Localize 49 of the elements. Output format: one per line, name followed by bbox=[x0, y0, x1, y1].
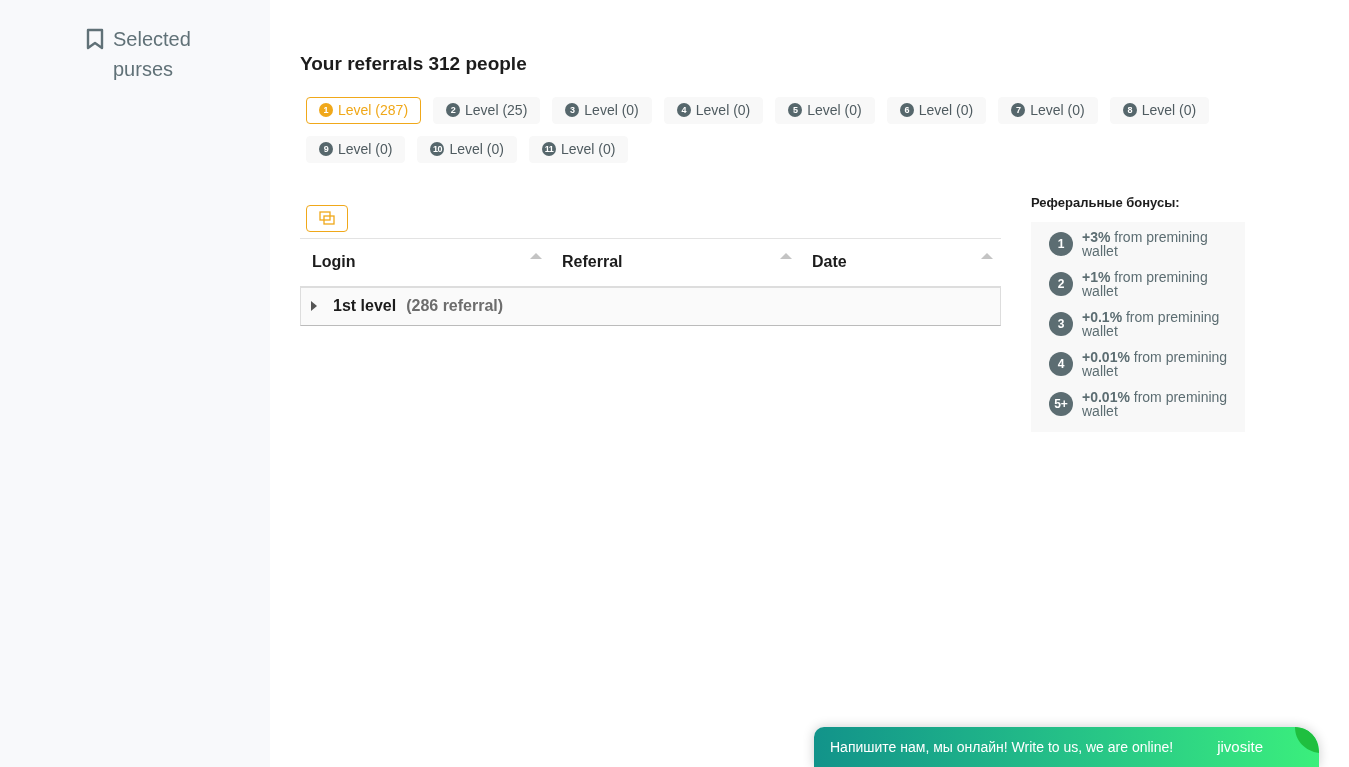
bonus-level-badge: 2 bbox=[1049, 272, 1073, 296]
bonuses-title: Реферальные бонусы: bbox=[1031, 193, 1181, 212]
level-number-badge: 4 bbox=[676, 103, 691, 117]
bonus-level-badge: 1 bbox=[1049, 232, 1073, 256]
level-tab[interactable]: 3 Level (0) bbox=[552, 96, 652, 124]
level-tab[interactable]: 10 Level (0) bbox=[417, 135, 517, 163]
bonus-level-badge: 4 bbox=[1049, 352, 1073, 376]
bonus-text: +0.01% from premining wallet bbox=[1082, 350, 1229, 378]
column-header[interactable]: Referral bbox=[550, 238, 800, 286]
page-title: Your referrals 312 people bbox=[300, 52, 528, 76]
level-tab[interactable]: 11 Level (0) bbox=[528, 135, 629, 163]
chat-message: Напишите нам, мы онлайн! Write to us, we are online! bbox=[830, 737, 1174, 757]
sort-arrow-icon bbox=[981, 252, 993, 259]
level-tab[interactable]: 7 Level (0) bbox=[998, 96, 1098, 124]
level-number-badge: 10 bbox=[430, 142, 445, 156]
bonus-text: +3% from premining wallet bbox=[1082, 230, 1209, 258]
sidebar-item[interactable]: Selected purses bbox=[85, 24, 195, 84]
level-number-badge: 11 bbox=[541, 142, 556, 156]
group-label: 1st level bbox=[333, 296, 397, 316]
level-tab[interactable]: 2 Level (25) bbox=[433, 96, 541, 124]
level-tab[interactable]: 8 Level (0) bbox=[1109, 96, 1210, 124]
level-number-badge: 8 bbox=[1122, 103, 1137, 117]
sort-arrow-icon bbox=[780, 252, 792, 259]
level-number-badge: 2 bbox=[446, 103, 461, 117]
bonus-text: +0.1% from premining wallet bbox=[1082, 310, 1221, 338]
bookmark-icon bbox=[85, 28, 105, 50]
column-header[interactable]: Date bbox=[800, 238, 1001, 286]
level-tab[interactable]: 5 Level (0) bbox=[775, 96, 875, 124]
level-number-badge: 5 bbox=[788, 103, 803, 117]
group-count: (286 referral) bbox=[406, 296, 504, 316]
level-number-badge: 6 bbox=[899, 103, 914, 117]
column-header[interactable]: Login bbox=[300, 238, 550, 286]
chat-logo: jivosite bbox=[1217, 736, 1264, 757]
bonus-level-badge: 3 bbox=[1049, 312, 1073, 336]
sort-arrow-icon bbox=[530, 252, 542, 259]
group-row[interactable]: 1st level (286 referral) bbox=[300, 287, 1001, 326]
level-tab[interactable]: 9 Level (0) bbox=[306, 135, 406, 163]
level-number-badge: 3 bbox=[565, 103, 580, 117]
bonus-text: +1% from premining wallet bbox=[1082, 270, 1209, 298]
export-button[interactable] bbox=[306, 204, 348, 232]
overlap-squares-icon bbox=[319, 211, 335, 225]
leaf-icon bbox=[1295, 727, 1319, 753]
level-number-badge: 7 bbox=[1011, 103, 1026, 117]
bonus-level-badge: 5+ bbox=[1049, 392, 1073, 416]
level-number-badge: 9 bbox=[319, 142, 333, 156]
bonus-text: +0.01% from premining wallet bbox=[1082, 390, 1229, 418]
level-tab[interactable]: 4 Level (0) bbox=[663, 96, 764, 124]
level-number-badge: 1 bbox=[319, 103, 333, 117]
level-tab[interactable]: 6 Level (0) bbox=[886, 96, 987, 124]
